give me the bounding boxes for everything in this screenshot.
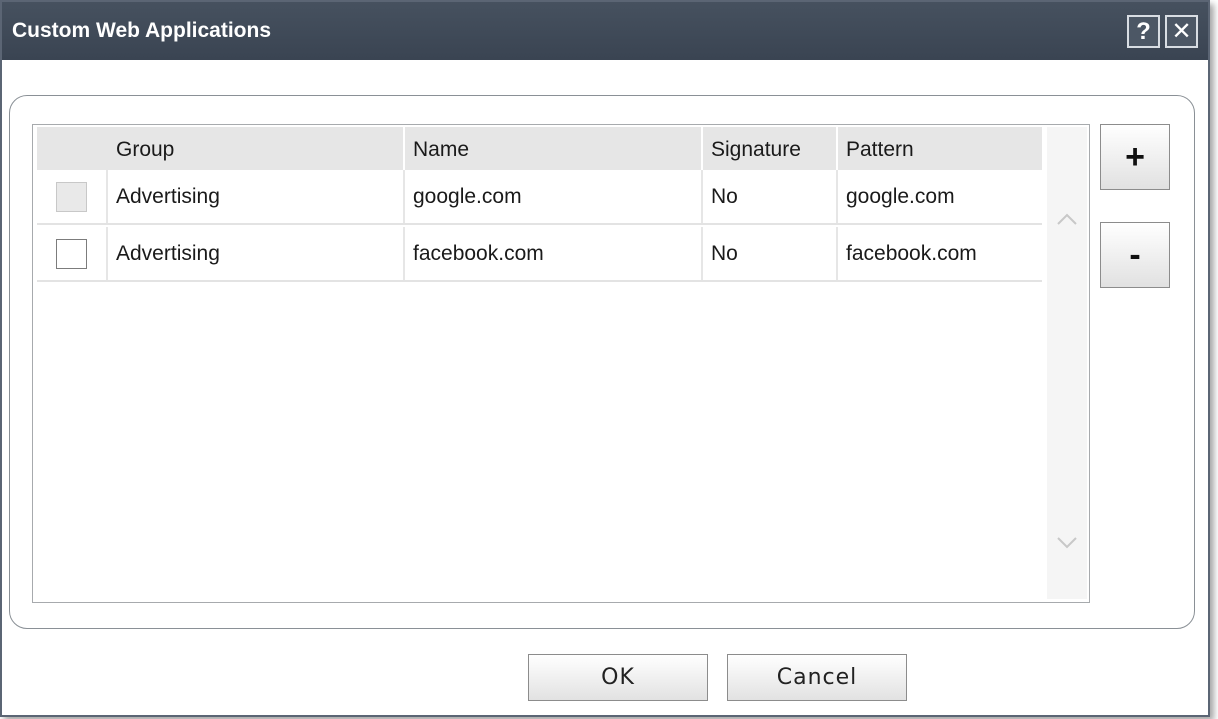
applications-table: Group Name Signature Pattern Advertising… [32, 124, 1090, 603]
name-cell: google.com [405, 170, 703, 223]
help-icon: ? [1136, 17, 1151, 45]
row-select-cell [37, 227, 108, 280]
chevron-up-icon[interactable] [1056, 209, 1078, 231]
vertical-scrollbar[interactable] [1047, 127, 1087, 599]
pattern-cell: google.com [846, 184, 955, 208]
column-header-pattern[interactable]: Pattern [838, 127, 1042, 170]
title-bar: Custom Web Applications ? ✕ [2, 2, 1208, 60]
name-cell: facebook.com [405, 227, 703, 280]
row-select-cell [37, 170, 108, 223]
column-header-signature[interactable]: Signature [703, 127, 838, 170]
table-header: Group Name Signature Pattern [37, 127, 1042, 170]
row-checkbox[interactable] [56, 181, 87, 212]
table-row[interactable]: Advertising google.com No google.com [37, 170, 1042, 225]
table-row[interactable]: Advertising facebook.com No facebook.com [37, 227, 1042, 282]
column-header-select[interactable] [37, 127, 108, 170]
pattern-cell: facebook.com [846, 241, 977, 265]
remove-application-button[interactable]: - [1100, 222, 1170, 288]
column-header-group[interactable]: Group [108, 127, 405, 170]
cancel-button[interactable]: Cancel [727, 654, 907, 701]
signature-cell: No [703, 170, 838, 223]
group-cell: Advertising [108, 227, 405, 280]
add-application-button[interactable]: + [1100, 124, 1170, 190]
dialog-title: Custom Web Applications [12, 19, 272, 42]
help-button[interactable]: ? [1127, 15, 1160, 48]
ok-button[interactable]: OK [528, 654, 708, 701]
close-icon: ✕ [1171, 17, 1192, 45]
row-checkbox[interactable] [56, 238, 87, 269]
chevron-down-icon[interactable] [1056, 531, 1078, 553]
close-button[interactable]: ✕ [1165, 15, 1198, 48]
column-header-name[interactable]: Name [405, 127, 703, 170]
group-cell: Advertising [108, 170, 405, 223]
signature-cell: No [703, 227, 838, 280]
